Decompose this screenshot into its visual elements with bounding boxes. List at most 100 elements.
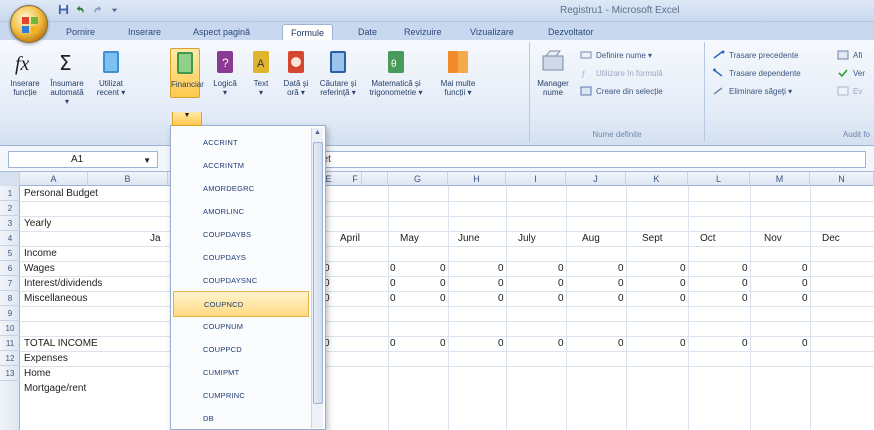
select-all-corner[interactable] (0, 172, 20, 186)
row-header[interactable]: 6 (0, 261, 20, 276)
name-box-dropdown-icon[interactable]: ▼ (143, 156, 151, 165)
cell-value[interactable]: 0 (742, 276, 748, 291)
cell-value[interactable]: 0 (742, 291, 748, 306)
cell-value[interactable]: 0 (558, 291, 564, 306)
cell-a8[interactable]: Miscellaneous (24, 291, 87, 306)
undo-icon[interactable] (75, 4, 86, 15)
cell-a3[interactable]: Yearly (24, 216, 51, 231)
create-from-selection-button[interactable]: Creare din selecție (580, 86, 663, 96)
menu-scrollbar[interactable]: ▲ (311, 128, 323, 428)
column-header[interactable]: L (688, 172, 750, 186)
logical-button[interactable]: ? Logică ▾ (210, 48, 240, 97)
cell-month[interactable]: May (400, 231, 419, 246)
menu-item-db[interactable]: DB (173, 406, 309, 430)
column-header[interactable]: G (388, 172, 448, 186)
cell-month[interactable]: July (518, 231, 536, 246)
cell-value[interactable]: 0 (802, 291, 808, 306)
cell-month[interactable]: Oct (700, 231, 716, 246)
use-in-formula-button[interactable]: ƒ Utilizare în formulă (580, 68, 663, 79)
row-header[interactable]: 13 (0, 366, 20, 381)
tab-dezvoltator[interactable]: Dezvoltator (540, 24, 602, 40)
save-icon[interactable] (58, 4, 69, 15)
tab-vizualizare[interactable]: Vizualizare (462, 24, 522, 40)
cell-value[interactable]: 0 (390, 261, 396, 276)
cell-month[interactable]: Aug (582, 231, 600, 246)
cell-value[interactable]: 0 (618, 291, 624, 306)
financial-dropdown-arrow[interactable]: ▼ (172, 112, 202, 126)
cell-value[interactable]: 0 (742, 261, 748, 276)
row-header[interactable]: 7 (0, 276, 20, 291)
lookup-reference-button[interactable]: Căutare și referință ▾ (318, 48, 358, 97)
cell-value[interactable]: 0 (802, 336, 808, 351)
cell-value[interactable]: 0 (558, 276, 564, 291)
cell-value[interactable]: 0 (498, 276, 504, 291)
cell-value[interactable]: 0 (498, 336, 504, 351)
trace-dependents-button[interactable]: Trasare dependente (713, 68, 801, 78)
cell-value[interactable]: 0 (680, 291, 686, 306)
cell-value[interactable]: 0 (742, 336, 748, 351)
show-formulas-button[interactable]: Afi (837, 50, 862, 60)
cell-value[interactable]: 0 (498, 261, 504, 276)
cell-a1[interactable]: Personal Budget (24, 186, 98, 201)
menu-scroll-thumb[interactable] (313, 142, 323, 404)
cell-a7[interactable]: Interest/dividends (24, 276, 102, 291)
column-header[interactable]: F (322, 172, 388, 186)
column-header[interactable]: B (88, 172, 168, 186)
cell-value[interactable]: 0 (390, 291, 396, 306)
row-header[interactable]: 12 (0, 351, 20, 366)
evaluate-formula-button[interactable]: Ev (837, 86, 862, 96)
error-checking-button[interactable]: Ver (837, 68, 865, 78)
cell-month[interactable]: Sept (642, 231, 663, 246)
row-header[interactable]: 10 (0, 321, 20, 336)
cell-month[interactable]: Dec (822, 231, 840, 246)
cell-value[interactable]: 0 (802, 276, 808, 291)
row-header[interactable]: 8 (0, 291, 20, 306)
column-header[interactable]: N (810, 172, 874, 186)
tab-date[interactable]: Date (350, 24, 385, 40)
formula-input[interactable]: get (310, 151, 866, 168)
autosum-button[interactable]: Σ Însumare automată ▾ (48, 48, 86, 106)
row-header[interactable]: 4 (0, 231, 20, 246)
cell-value[interactable]: 0 (802, 261, 808, 276)
cell-a6[interactable]: Wages (24, 261, 55, 276)
name-box[interactable]: A1 ▼ (8, 151, 158, 168)
cell-value[interactable]: 0 (440, 291, 446, 306)
cell-value[interactable]: 0 (498, 291, 504, 306)
cell-a13[interactable]: Mortgage/rent (24, 381, 86, 396)
tab-revizuire[interactable]: Revizuire (396, 24, 450, 40)
cell-month[interactable]: Nov (764, 231, 782, 246)
cell-a5[interactable]: Income (24, 246, 57, 261)
row-header[interactable]: 5 (0, 246, 20, 261)
column-header[interactable]: A (20, 172, 88, 186)
column-header[interactable]: I (506, 172, 566, 186)
redo-icon[interactable] (92, 4, 103, 15)
cell-value[interactable]: 0 (680, 336, 686, 351)
column-header[interactable]: K (626, 172, 688, 186)
tab-aspect-pagina[interactable]: Aspect pagină (185, 24, 258, 40)
cell-value[interactable]: 0 (680, 276, 686, 291)
more-functions-button[interactable]: Mai multe funcții ▾ (436, 48, 480, 97)
cell-c4[interactable]: Ja (150, 231, 161, 246)
row-header[interactable]: 11 (0, 336, 20, 351)
define-name-button[interactable]: Definire nume ▾ (580, 50, 652, 60)
recently-used-button[interactable]: Utilizat recent ▾ (96, 48, 126, 97)
column-header[interactable]: M (750, 172, 810, 186)
cell-a10[interactable]: TOTAL INCOME (24, 336, 98, 351)
office-button[interactable] (10, 5, 48, 43)
row-header[interactable]: 1 (0, 186, 20, 201)
remove-arrows-button[interactable]: Eliminare săgeți ▾ (713, 86, 792, 96)
tab-inserare[interactable]: Inserare (120, 24, 169, 40)
cell-value[interactable]: 0 (558, 261, 564, 276)
row-header[interactable]: 2 (0, 201, 20, 216)
scroll-up-icon[interactable]: ▲ (314, 129, 321, 136)
customize-toolbar-icon[interactable] (109, 4, 120, 15)
cell-value[interactable]: 0 (618, 336, 624, 351)
cell-value[interactable]: 0 (440, 261, 446, 276)
worksheet-grid[interactable]: A B C D E F G H I J K L M N 1 2 3 4 5 6 … (0, 172, 874, 430)
row-header[interactable]: 9 (0, 306, 20, 321)
cell-value[interactable]: 0 (390, 276, 396, 291)
financial-button[interactable]: Financiar (170, 48, 204, 98)
insert-function-button[interactable]: fx Inserare funcție (10, 48, 40, 97)
text-button[interactable]: A Text ▾ (246, 48, 276, 97)
name-manager-button[interactable]: Manager nume (534, 48, 572, 97)
